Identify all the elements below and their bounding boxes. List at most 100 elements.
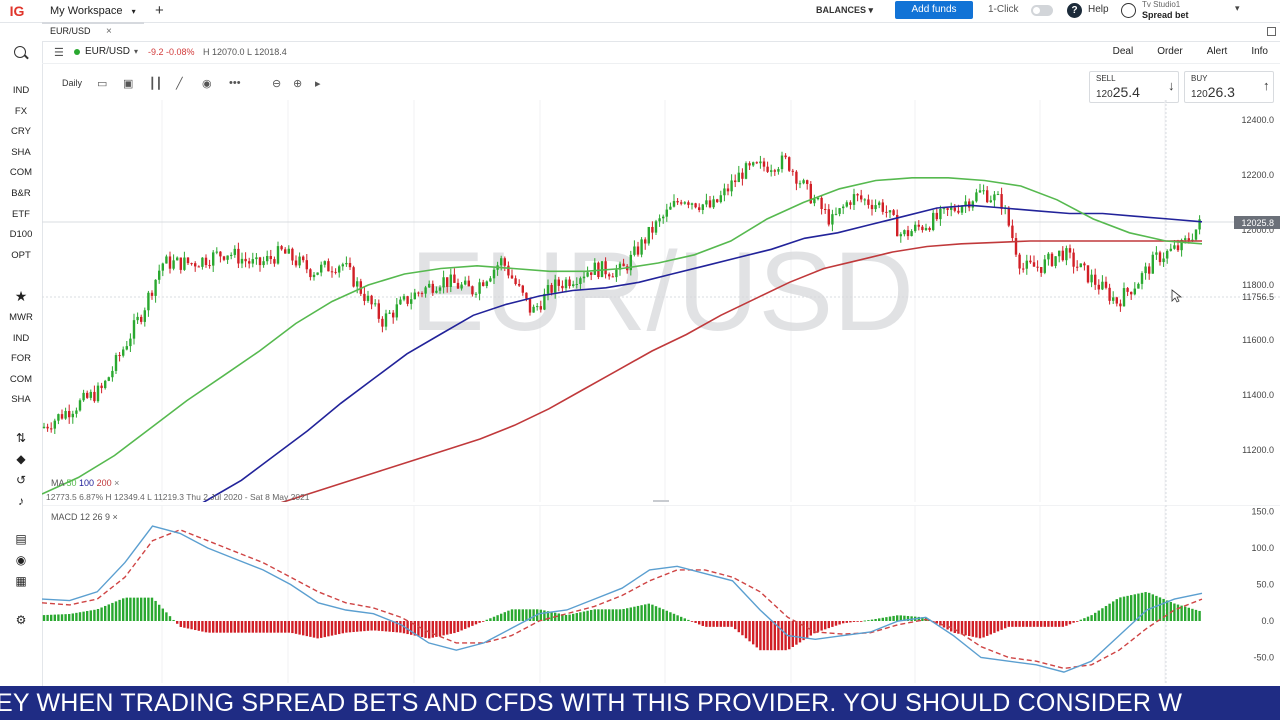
ma-legend[interactable]: MA 50 100 200 × <box>51 478 119 488</box>
histogram-bar <box>183 621 186 628</box>
histogram-bar <box>388 621 391 632</box>
sidebar-market-sha[interactable]: SHA <box>0 147 42 158</box>
sidebar-market-com[interactable]: COM <box>0 167 42 178</box>
chart-type-icon[interactable]: ▭ <box>97 77 107 90</box>
macd-chart[interactable]: 150.0 100.0 50.0 0.0 -50.0 MACD 12 26 9 × <box>42 505 1280 683</box>
candle-body <box>1050 253 1054 266</box>
account-type[interactable]: Spread bet <box>1142 10 1189 20</box>
price-chart[interactable]: EUR/USD12400.012200.012000.011800.011600… <box>42 100 1280 502</box>
sidebar-watchlist-mwr[interactable]: MWR <box>0 312 42 323</box>
candle-body <box>1137 283 1140 289</box>
candle-body <box>262 261 265 266</box>
sidebar-market-ind[interactable]: IND <box>0 85 42 96</box>
user-icon[interactable] <box>1121 3 1136 18</box>
candle-body <box>1158 252 1162 263</box>
candle-body <box>240 258 244 264</box>
candle-body <box>298 256 301 266</box>
candle-body <box>892 210 895 215</box>
history-icon[interactable]: ↺ <box>0 473 42 487</box>
bell-icon[interactable]: ♪ <box>0 494 42 508</box>
help-link[interactable]: Help <box>1088 0 1109 20</box>
more-icon[interactable]: ••• <box>229 77 241 89</box>
sidebar-market-br[interactable]: B&R <box>0 188 42 199</box>
signal-icon[interactable]: ◉ <box>0 553 42 567</box>
search-icon[interactable] <box>14 46 26 58</box>
menu-icon[interactable]: ☰ <box>54 46 64 59</box>
histogram-bar <box>1094 612 1097 621</box>
news-icon[interactable]: ▤ <box>0 532 42 546</box>
add-funds-button[interactable]: Add funds <box>895 1 973 19</box>
indicators-icon[interactable]: ┃┃ <box>149 77 162 90</box>
histogram-bar <box>816 621 820 632</box>
candle-body <box>503 258 506 266</box>
sidebar-market-cry[interactable]: CRY <box>0 126 42 137</box>
sidebar-market-fx[interactable]: FX <box>0 106 42 117</box>
close-icon[interactable]: × <box>106 22 112 41</box>
sidebar-watchlist-sha[interactable]: SHA <box>0 394 42 405</box>
sidebar-market-etf[interactable]: ETF <box>0 209 42 220</box>
candle-body <box>381 318 384 327</box>
candle-body <box>611 276 614 278</box>
candle-body <box>1119 303 1122 307</box>
interval-selector[interactable]: Daily <box>62 78 82 88</box>
transfer-icon[interactable]: ⇅ <box>0 431 42 445</box>
info-link[interactable]: Info <box>1251 41 1268 63</box>
workspace-label: My Workspace <box>50 5 123 17</box>
histogram-bar <box>683 618 686 621</box>
histogram-bar <box>496 615 499 621</box>
histogram-bar <box>1058 621 1061 627</box>
candle-body <box>280 246 283 250</box>
histogram-bar <box>316 621 319 639</box>
sidebar-market-opt[interactable]: OPT <box>0 250 42 261</box>
settings-icon[interactable]: ⚙ <box>0 613 42 627</box>
chart-tab-bar: EUR/USD × <box>42 22 1280 42</box>
candle-body <box>384 313 388 327</box>
sidebar-watchlist-com[interactable]: COM <box>0 374 42 385</box>
workspace-tab[interactable]: My Workspace ▾ <box>42 0 144 24</box>
help-icon[interactable]: ? <box>1067 3 1082 18</box>
candle-body <box>68 411 71 418</box>
add-workspace-button[interactable]: + <box>155 0 164 22</box>
arrow-up-icon: ↑ <box>1263 78 1270 93</box>
zoom-out-icon[interactable]: ⊖ <box>272 77 281 90</box>
tag-icon[interactable]: ◆ <box>0 452 42 466</box>
histogram-bar <box>1032 621 1036 627</box>
alert-link[interactable]: Alert <box>1207 41 1228 63</box>
histogram-bar <box>712 621 715 627</box>
histogram-bar <box>1115 599 1118 621</box>
order-link[interactable]: Order <box>1157 41 1183 63</box>
ig-logo[interactable]: IG <box>0 0 34 22</box>
deal-link[interactable]: Deal <box>1113 41 1134 63</box>
instrument-name[interactable]: EUR/USD <box>85 41 130 63</box>
candle-body <box>946 208 949 210</box>
histogram-bar <box>618 609 622 621</box>
candle-body <box>968 201 971 208</box>
sidebar-market-d100[interactable]: D100 <box>0 229 42 240</box>
candles-icon[interactable]: ▣ <box>123 77 133 90</box>
histogram-bar <box>244 621 247 633</box>
pane-resize-handle[interactable] <box>653 500 669 502</box>
macd-legend[interactable]: MACD 12 26 9 × <box>51 512 118 522</box>
zoom-in-icon[interactable]: ⊕ <box>293 77 302 90</box>
one-click-toggle[interactable] <box>1031 5 1053 16</box>
chevron-down-icon[interactable]: ▾ <box>1235 3 1240 14</box>
candle-body <box>399 299 402 305</box>
candle-body <box>1083 263 1086 266</box>
balances-dropdown[interactable]: BALANCES ▾ <box>816 0 873 20</box>
draw-icon[interactable]: ╱ <box>176 77 183 90</box>
sidebar-watchlist-for[interactable]: FOR <box>0 353 42 364</box>
star-icon[interactable]: ★ <box>0 288 42 305</box>
chevron-down-icon[interactable]: ▾ <box>134 41 138 63</box>
buy-button[interactable]: BUY 12026.3 <box>1184 71 1274 103</box>
eye-icon[interactable]: ◉ <box>202 77 212 90</box>
sidebar-watchlist-ind[interactable]: IND <box>0 333 42 344</box>
tab-eur-usd[interactable]: EUR/USD <box>50 22 91 41</box>
candle-body <box>554 279 557 293</box>
sell-button[interactable]: SELL 12025.4 <box>1089 71 1179 103</box>
candle-body <box>1000 194 1003 209</box>
calendar-icon[interactable]: ▦ <box>0 574 42 588</box>
play-icon[interactable]: ▸ <box>315 77 321 90</box>
candle-body <box>1029 260 1032 263</box>
restore-window-icon[interactable] <box>1267 27 1276 36</box>
candle-body <box>903 230 906 235</box>
